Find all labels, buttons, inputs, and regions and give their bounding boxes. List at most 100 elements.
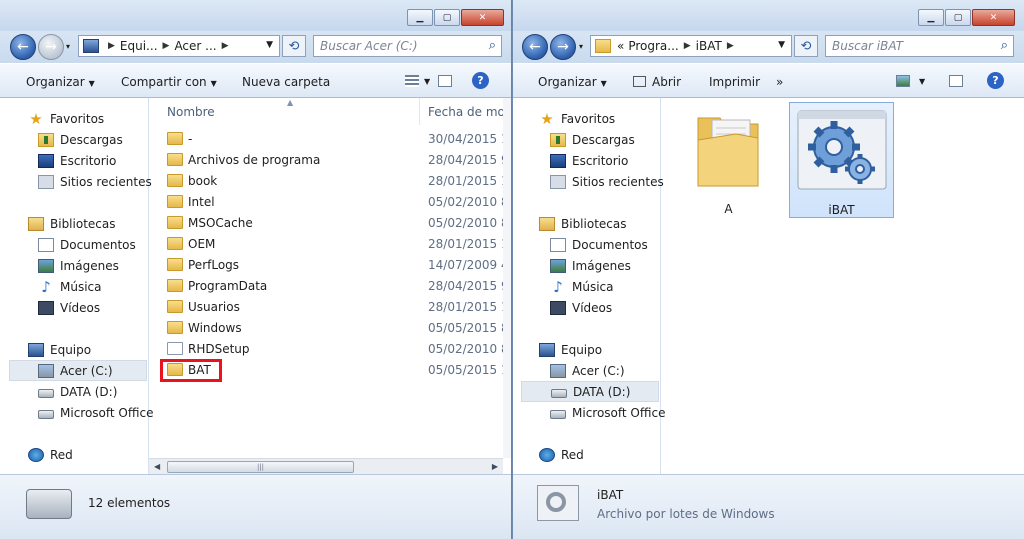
column-name[interactable]: Nombre (167, 105, 215, 119)
title-bar[interactable]: ▁ ▢ ✕ (0, 0, 511, 31)
scroll-right-icon[interactable]: ▶ (492, 462, 498, 471)
nav-libraries[interactable]: Bibliotecas (539, 213, 626, 234)
recent-pages-dropdown-icon[interactable]: ▾ (66, 42, 70, 51)
nav-computer[interactable]: Equipo (28, 339, 91, 360)
file-row[interactable]: PerfLogs 14/07/2009 4:5 (149, 254, 503, 275)
back-button[interactable]: ← (522, 34, 548, 60)
nav-microsoft-office[interactable]: Microsoft Office (550, 402, 665, 423)
maximize-button[interactable]: ▢ (945, 9, 971, 26)
nav-recent-places[interactable]: Sitios recientes (38, 171, 152, 192)
preview-pane-icon[interactable] (438, 75, 452, 87)
nav-drive-c[interactable]: Acer (C:) (550, 360, 625, 381)
breadcrumb-overflow[interactable]: « (617, 39, 624, 53)
column-divider[interactable] (419, 98, 420, 125)
nav-drive-d[interactable]: DATA (D:) (38, 381, 117, 402)
chevron-right-icon[interactable]: ▶ (222, 41, 229, 51)
maximize-button[interactable]: ▢ (434, 9, 460, 26)
title-bar[interactable]: ▁ ▢ ✕ (513, 0, 1024, 31)
file-item-ibat[interactable]: iBAT (789, 102, 894, 218)
close-button[interactable]: ✕ (972, 9, 1015, 26)
view-options-icon[interactable] (896, 75, 910, 87)
more-commands-button[interactable]: » (776, 75, 783, 89)
batch-file-icon (167, 342, 183, 355)
close-button[interactable]: ✕ (461, 9, 504, 26)
chevron-right-icon[interactable]: ▶ (684, 41, 691, 51)
nav-microsoft-office[interactable]: Microsoft Office (38, 402, 153, 423)
nav-downloads[interactable]: Descargas (38, 129, 123, 150)
scroll-left-icon[interactable]: ◀ (154, 462, 160, 471)
nav-desktop[interactable]: Escritorio (38, 150, 116, 171)
file-row[interactable]: OEM 28/01/2015 19: (149, 233, 503, 254)
file-row[interactable]: Usuarios 28/01/2015 18: (149, 296, 503, 317)
search-input[interactable]: Buscar Acer (C:) ⌕ (313, 35, 502, 57)
minimize-button[interactable]: ▁ (918, 9, 944, 26)
nav-images[interactable]: Imágenes (38, 255, 119, 276)
nav-computer[interactable]: Equipo (539, 339, 602, 360)
address-bar[interactable]: « Progra... ▶ iBAT ▶ ▼ (590, 35, 792, 57)
breadcrumb-ibat[interactable]: iBAT (696, 39, 722, 53)
breadcrumb-computer[interactable]: Equi... (120, 39, 158, 53)
nav-network[interactable]: Red (28, 444, 73, 465)
forward-button[interactable]: → (550, 34, 576, 60)
nav-music[interactable]: ♪ Música (38, 276, 102, 297)
open-button[interactable]: Abrir (633, 75, 681, 89)
vertical-scrollbar[interactable] (503, 98, 511, 458)
new-folder-button[interactable]: Nueva carpeta (242, 75, 330, 89)
file-row[interactable]: - 30/04/2015 12: (149, 128, 503, 149)
address-dropdown-icon[interactable]: ▼ (778, 40, 785, 50)
scrollbar-thumb[interactable]: ||| (167, 461, 354, 473)
nav-images[interactable]: Imágenes (550, 255, 631, 276)
file-row[interactable]: MSOCache 05/02/2010 8:2 (149, 212, 503, 233)
nav-favorites[interactable]: ★ Favoritos (28, 108, 104, 129)
nav-videos[interactable]: Vídeos (550, 297, 612, 318)
nav-desktop[interactable]: Escritorio (550, 150, 628, 171)
refresh-button[interactable]: ⟲ (282, 35, 306, 57)
minimize-button[interactable]: ▁ (407, 9, 433, 26)
view-dropdown-icon[interactable]: ▼ (424, 77, 430, 86)
forward-button[interactable]: → (38, 34, 64, 60)
back-button[interactable]: ← (10, 34, 36, 60)
column-headers: ▲ Nombre Fecha de mod (149, 98, 511, 125)
nav-recent-places[interactable]: Sitios recientes (550, 171, 664, 192)
nav-libraries[interactable]: Bibliotecas (28, 213, 115, 234)
file-row[interactable]: book 28/01/2015 19: (149, 170, 503, 191)
breadcrumb-program-files[interactable]: Progra... (628, 39, 678, 53)
chevron-right-icon[interactable]: ▶ (163, 41, 170, 51)
nav-drive-c[interactable]: Acer (C:) (9, 360, 147, 381)
file-row[interactable]: Intel 05/02/2010 8:2 (149, 191, 503, 212)
breadcrumb-drive-c[interactable]: Acer ... (174, 39, 216, 53)
folder-item-a[interactable]: A (676, 102, 781, 218)
nav-favorites[interactable]: ★ Favoritos (539, 108, 615, 129)
file-row[interactable]: BAT05/05/2015 12: (149, 359, 503, 382)
nav-label: Música (60, 279, 102, 294)
chevron-right-icon[interactable]: ▶ (727, 41, 734, 51)
organize-button[interactable]: Organizar ▼ (538, 75, 607, 89)
search-input[interactable]: Buscar iBAT ⌕ (825, 35, 1014, 57)
address-bar[interactable]: ▶ Equi... ▶ Acer ... ▶ ▼ (78, 35, 280, 57)
share-with-button[interactable]: Compartir con ▼ (121, 75, 217, 89)
nav-music[interactable]: ♪ Música (550, 276, 613, 297)
column-date-modified[interactable]: Fecha de mod (428, 105, 511, 119)
recent-pages-dropdown-icon[interactable]: ▾ (579, 42, 583, 51)
help-icon[interactable]: ? (472, 72, 489, 89)
view-options-icon[interactable] (405, 75, 419, 87)
help-icon[interactable]: ? (987, 72, 1004, 89)
preview-pane-icon[interactable] (949, 75, 963, 87)
nav-network[interactable]: Red (539, 444, 584, 465)
file-row[interactable]: ProgramData 28/04/2015 9:5 (149, 275, 503, 296)
file-row[interactable]: RHDSetup 05/02/2010 8:1 (149, 338, 503, 359)
nav-documents[interactable]: Documentos (38, 234, 136, 255)
address-dropdown-icon[interactable]: ▼ (266, 40, 273, 50)
organize-button[interactable]: Organizar ▼ (26, 75, 95, 89)
file-row[interactable]: Archivos de programa 28/04/2015 9:5 (149, 149, 503, 170)
nav-videos[interactable]: Vídeos (38, 297, 100, 318)
nav-documents[interactable]: Documentos (550, 234, 648, 255)
print-button[interactable]: Imprimir (709, 75, 760, 89)
view-dropdown-icon[interactable]: ▼ (919, 77, 925, 86)
nav-downloads[interactable]: Descargas (550, 129, 635, 150)
file-row[interactable]: Windows 05/05/2015 8:4 (149, 317, 503, 338)
chevron-right-icon[interactable]: ▶ (108, 41, 115, 51)
videos-icon (38, 300, 54, 315)
refresh-button[interactable]: ⟲ (794, 35, 818, 57)
nav-drive-d[interactable]: DATA (D:) (521, 381, 659, 402)
